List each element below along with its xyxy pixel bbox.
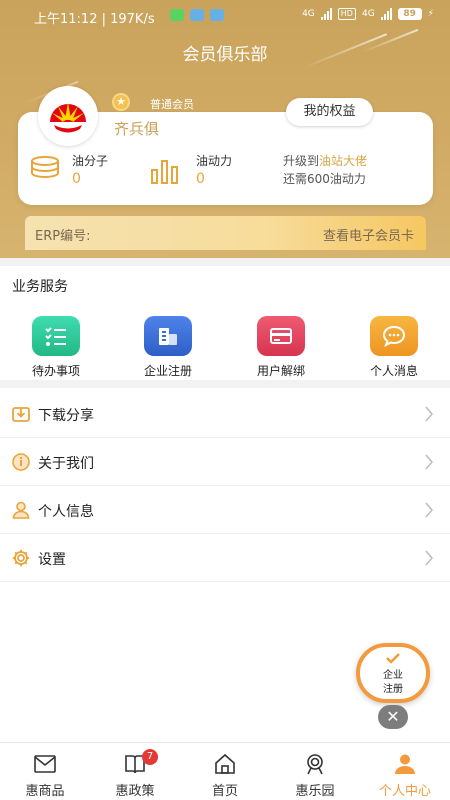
signal-icon [380, 8, 392, 20]
bottom-nav: 惠商品 7 惠政策 首页 惠乐园 个人中心 [0, 742, 450, 800]
gear-icon [12, 549, 30, 567]
service-personal-messages[interactable]: 个人消息 [354, 316, 434, 379]
hd-badge: HD [337, 8, 356, 20]
nav-label: 惠乐园 [295, 784, 335, 799]
service-label: 企业注册 [143, 364, 192, 378]
message-app-icon [190, 9, 204, 21]
menu-about-us[interactable]: 关于我们 [0, 438, 450, 486]
section-divider [0, 380, 450, 388]
stat-label: 油分子 [72, 154, 109, 168]
erp-bar: ERP编号: 查看电子会员卡 [25, 216, 426, 250]
floating-label: 企业 [383, 670, 403, 681]
chevron-right-icon [425, 454, 433, 470]
status-time: 上午11:12 | 197K/s [34, 12, 155, 27]
charging-icon: ⚡ [427, 9, 434, 19]
avatar[interactable] [38, 86, 98, 146]
bar-chart-icon [151, 160, 178, 184]
chevron-right-icon [425, 550, 433, 566]
battery-icon: 89 [397, 8, 422, 20]
stat-label: 油动力 [196, 154, 233, 168]
services-title: 业务服务 [12, 279, 68, 295]
page-title: 会员俱乐部 [182, 45, 268, 65]
mail-icon [34, 755, 56, 773]
menu-label: 关于我们 [38, 456, 94, 472]
radar-icon [307, 754, 323, 775]
menu-label: 设置 [38, 552, 66, 568]
menu-download-share[interactable]: 下载分享 [0, 390, 450, 438]
nav-label: 惠政策 [115, 784, 155, 799]
service-label: 个人消息 [369, 364, 418, 378]
wechat-icon [170, 9, 184, 21]
notification-badge: 7 [142, 749, 158, 765]
menu-label: 个人信息 [38, 504, 94, 520]
network-label: 4G [361, 9, 375, 19]
service-label: 待办事项 [31, 364, 80, 378]
menu-settings[interactable]: 设置 [0, 534, 450, 582]
upgrade-info: 升级到油站大佬 还需600油动力 [283, 152, 367, 188]
card-icon [257, 316, 305, 356]
petrochina-logo-icon [46, 94, 90, 138]
download-icon [12, 407, 30, 422]
nav-label: 惠商品 [25, 784, 65, 799]
floating-label: 注册 [383, 684, 403, 695]
menu-label: 下载分享 [38, 408, 94, 424]
person-icon [12, 501, 30, 519]
view-membership-card-link[interactable]: 查看电子会员卡 [323, 225, 414, 244]
close-icon[interactable]: ✕ [378, 705, 408, 729]
nav-label: 个人中心 [378, 784, 431, 799]
nav-item-policy[interactable]: 7 惠政策 [90, 743, 180, 800]
status-icons: 4G HD 4G 89 ⚡ [302, 8, 434, 20]
member-level: 普通会员 [150, 98, 194, 111]
service-enterprise-register[interactable]: 企业注册 [128, 316, 208, 379]
header-banner: 上午11:12 | 197K/s 4G HD 4G 89 ⚡ 会员俱乐部 ★ 普… [0, 0, 450, 258]
status-bar: 上午11:12 | 197K/s 4G HD 4G 89 ⚡ [0, 0, 450, 32]
nav-label: 首页 [211, 784, 238, 799]
upgrade-requirement: 还需600油动力 [283, 172, 366, 186]
user-icon [395, 754, 415, 774]
todo-list-icon [32, 316, 80, 356]
upgrade-target[interactable]: 油站大佬 [319, 154, 367, 168]
chevron-right-icon [425, 502, 433, 518]
signal-icon [320, 8, 332, 20]
stat-value: 0 [196, 171, 205, 187]
home-icon [215, 753, 235, 774]
nav-item-products[interactable]: 惠商品 [0, 743, 90, 800]
coin-stack-icon [31, 156, 59, 178]
menu-personal-info[interactable]: 个人信息 [0, 486, 450, 534]
upgrade-prefix: 升级到 [283, 154, 320, 168]
building-icon [144, 316, 192, 356]
info-icon [12, 453, 30, 471]
username: 齐兵俱 [114, 120, 160, 138]
service-label: 用户解绑 [256, 364, 305, 378]
section-divider [0, 258, 450, 266]
chat-bubble-icon [370, 316, 418, 356]
nav-item-personal-center[interactable]: 个人中心 [360, 743, 450, 800]
chevron-right-icon [425, 406, 433, 422]
nav-item-home[interactable]: 首页 [180, 743, 270, 800]
erp-label: ERP编号: [35, 229, 91, 244]
service-todo[interactable]: 待办事项 [16, 316, 96, 379]
floating-enterprise-register-button[interactable]: 企业 注册 [356, 643, 430, 703]
checkmark-icon [386, 653, 400, 664]
service-user-unbind[interactable]: 用户解绑 [241, 316, 321, 379]
medal-icon: ★ [112, 93, 130, 111]
network-label: 4G [302, 9, 315, 19]
nav-item-park[interactable]: 惠乐园 [270, 743, 360, 800]
stat-value: 0 [72, 171, 81, 187]
cloud-app-icon [210, 9, 224, 21]
my-rights-button[interactable]: 我的权益 [286, 98, 373, 126]
